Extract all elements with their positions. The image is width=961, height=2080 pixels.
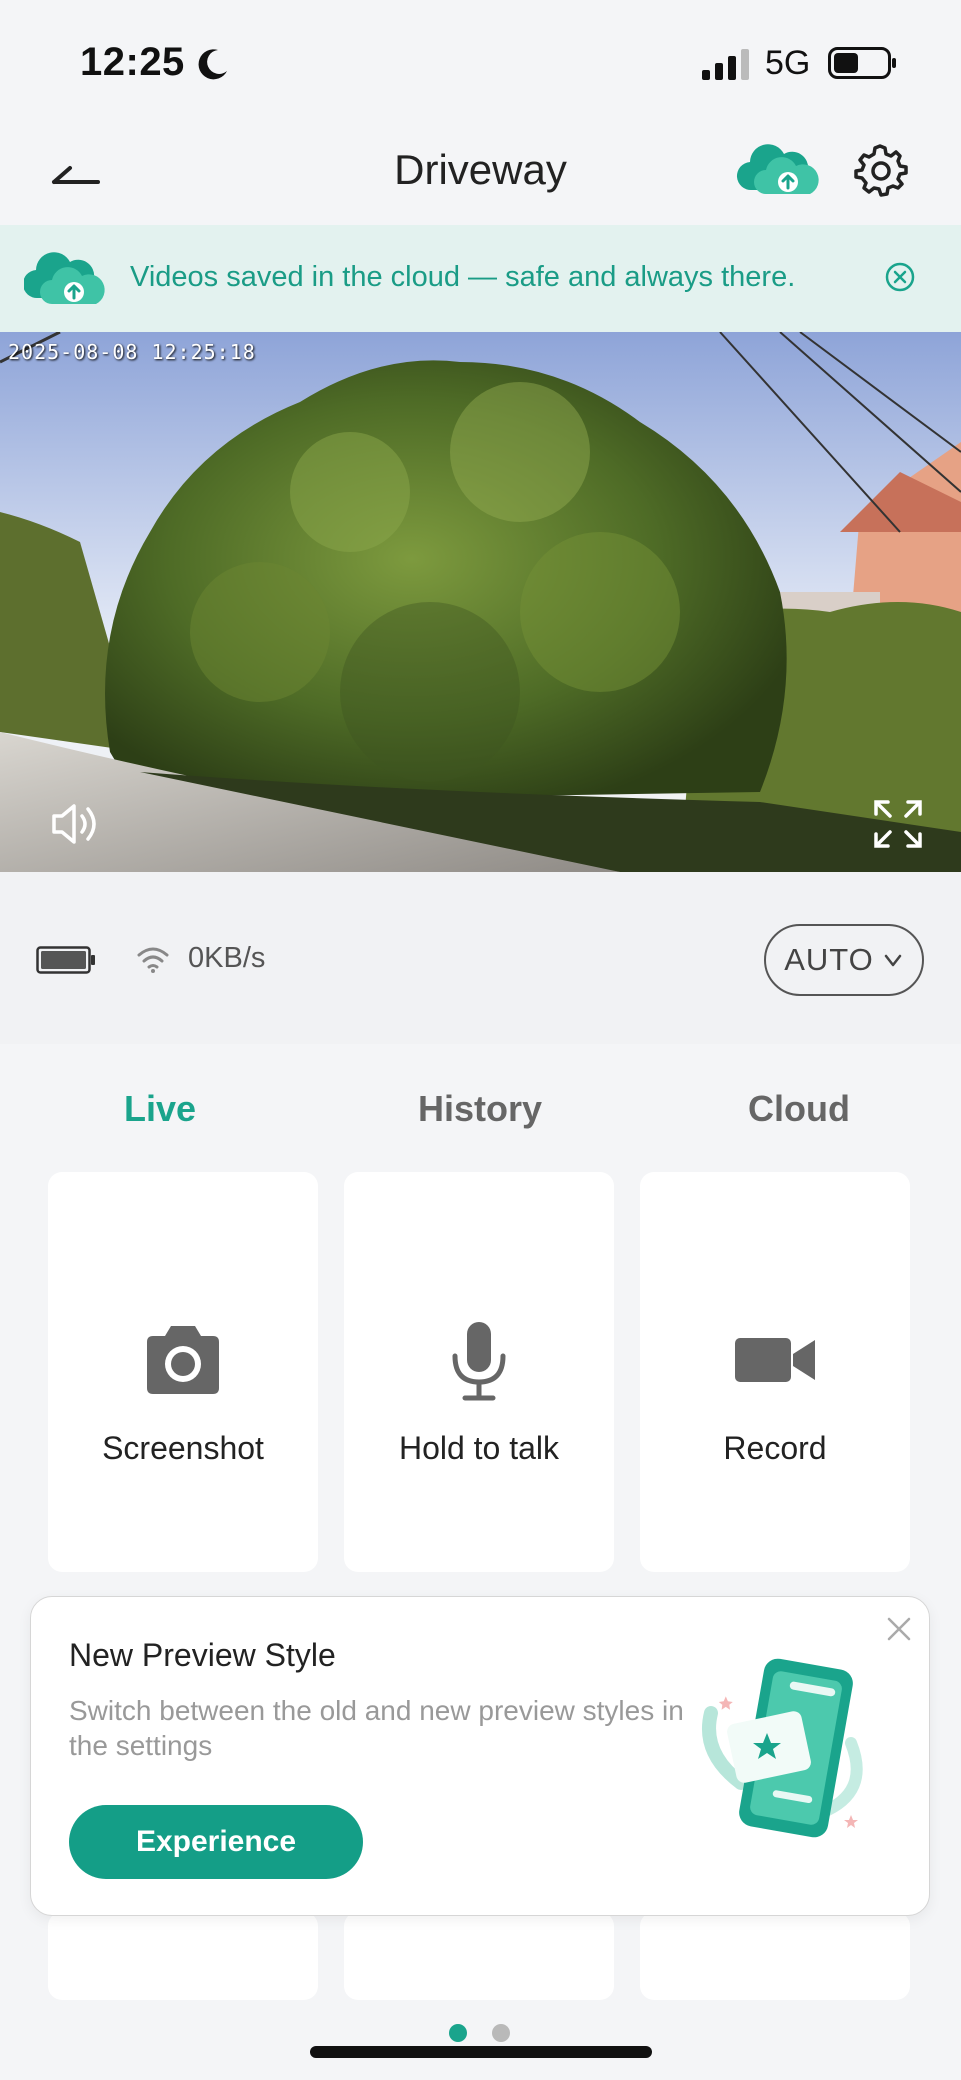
- banner-text: Videos saved in the cloud — safe and alw…: [130, 261, 796, 293]
- tab-live[interactable]: Live: [40, 1088, 280, 1130]
- action-card[interactable]: [344, 1912, 614, 2000]
- header: Driveway: [0, 120, 961, 226]
- speaker-icon[interactable]: [48, 798, 104, 850]
- action-card[interactable]: [48, 1912, 318, 2000]
- hold-to-talk-button[interactable]: Hold to talk: [344, 1172, 614, 1572]
- camera-view: [0, 332, 961, 872]
- record-button[interactable]: Record: [640, 1172, 910, 1572]
- gear-icon[interactable]: [852, 142, 908, 198]
- camera-icon: [147, 1326, 219, 1394]
- screenshot-button[interactable]: Screenshot: [48, 1172, 318, 1572]
- hold-to-talk-label: Hold to talk: [398, 1430, 560, 1466]
- phone-illustration: [702, 1658, 863, 1838]
- preview-style-popup: New Preview Style Switch between the old…: [30, 1596, 930, 1916]
- signal-icon: [702, 49, 749, 80]
- live-video-feed[interactable]: 2025-08-08 12:25:18: [0, 332, 961, 872]
- chevron-down-icon: [884, 954, 902, 967]
- popup-description: Switch between the old and new preview s…: [69, 1695, 684, 1761]
- page-indicator-dot[interactable]: [492, 2024, 510, 2042]
- network-type: 5G: [765, 44, 811, 82]
- cloud-banner[interactable]: Videos saved in the cloud — safe and alw…: [0, 225, 961, 332]
- tab-history[interactable]: History: [360, 1088, 600, 1130]
- record-label: Record: [723, 1430, 827, 1466]
- fullscreen-icon[interactable]: [872, 798, 924, 850]
- video-timestamp: 2025-08-08 12:25:18: [8, 340, 256, 364]
- cloud-upload-icon: [24, 252, 105, 304]
- tab-cloud[interactable]: Cloud: [679, 1088, 919, 1130]
- device-battery-icon: [36, 946, 95, 974]
- device-info-bar: 0KB/s AUTO: [0, 872, 961, 1044]
- page-indicator-dot-active[interactable]: [449, 2024, 467, 2042]
- status-bar: 12:25 5G: [0, 0, 961, 120]
- action-card[interactable]: [640, 1912, 910, 2000]
- tab-bar: Live History Cloud: [0, 1044, 961, 1172]
- video-quality-button[interactable]: AUTO: [764, 924, 924, 996]
- microphone-icon: [452, 1322, 506, 1401]
- screenshot-label: Screenshot: [102, 1430, 264, 1466]
- wifi-icon: [137, 947, 169, 973]
- cloud-upload-icon[interactable]: [736, 140, 822, 200]
- moon-icon: [198, 49, 227, 80]
- video-quality-label: AUTO: [784, 942, 874, 977]
- experience-button[interactable]: Experience: [69, 1805, 363, 1879]
- status-time: 12:25: [80, 40, 185, 84]
- popup-title: New Preview Style: [69, 1637, 336, 1673]
- close-icon[interactable]: [885, 1615, 913, 1643]
- battery-icon: [828, 47, 896, 79]
- network-speed: 0KB/s: [188, 942, 266, 974]
- home-indicator[interactable]: [310, 2046, 652, 2058]
- video-camera-icon: [735, 1338, 815, 1382]
- close-icon[interactable]: [884, 261, 916, 293]
